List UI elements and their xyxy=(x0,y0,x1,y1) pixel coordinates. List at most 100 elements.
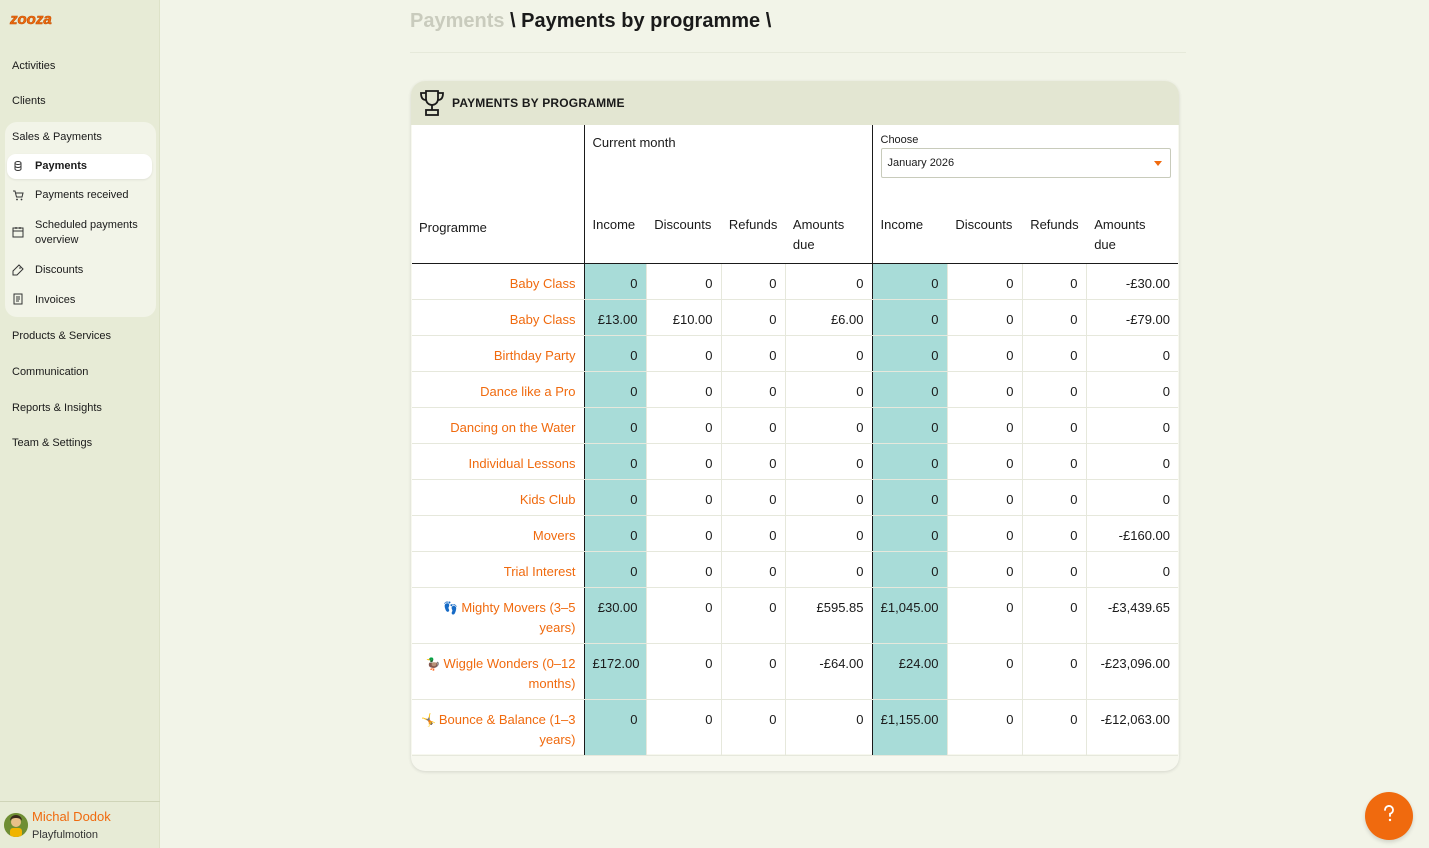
ch-refunds-cell: 0 xyxy=(1022,299,1087,336)
nav-payments-received-label: Payments received xyxy=(35,189,129,201)
cm-income-cell: 0 xyxy=(584,515,647,552)
ch-amounts-due-cell: 0 xyxy=(1086,551,1178,588)
cm-amounts-due-cell: 0 xyxy=(785,515,873,552)
programme-link[interactable]: 👣 Mighty Movers (3–5 years) xyxy=(412,587,585,644)
help-button[interactable] xyxy=(1365,792,1413,840)
col-cm-amounts-due: Amounts due xyxy=(792,217,845,252)
programme-name: Bounce & Balance (1–3 years) xyxy=(438,712,576,747)
ch-refunds-cell: 0 xyxy=(1022,643,1087,700)
nav-payments-label: Payments xyxy=(35,160,87,172)
ch-refunds-cell: 0 xyxy=(1022,335,1087,372)
cm-discounts-cell: 0 xyxy=(646,479,722,516)
table-row: Birthday Party 0 0 0 0 0 0 0 0 xyxy=(412,335,1178,372)
user-name: Michal Dodok xyxy=(32,809,111,824)
nav-activities[interactable]: Activities xyxy=(12,60,55,72)
help-icon xyxy=(1382,804,1396,828)
ch-discounts-cell: 0 xyxy=(947,479,1023,516)
programme-link[interactable]: Dance like a Pro xyxy=(412,371,585,408)
nav-invoices-label: Invoices xyxy=(35,294,76,306)
ch-discounts-cell: 0 xyxy=(947,263,1023,300)
col-ch-discounts: Discounts xyxy=(955,217,1013,232)
programme-name: Trial Interest xyxy=(503,564,576,579)
ch-refunds-cell: 0 xyxy=(1022,551,1087,588)
programme-link[interactable]: Movers xyxy=(412,515,585,552)
zooza-logo[interactable]: zooza xyxy=(9,8,57,30)
header-divider xyxy=(410,52,1186,53)
programme-link[interactable]: 🤸 Bounce & Balance (1–3 years) xyxy=(412,699,585,756)
table-row: Dancing on the Water 0 0 0 0 0 0 0 0 xyxy=(412,407,1178,444)
cm-amounts-due-cell: 0 xyxy=(785,479,873,516)
col-cm-income: Income xyxy=(592,217,636,232)
table-row: Kids Club 0 0 0 0 0 0 0 0 xyxy=(412,479,1178,516)
cm-discounts-cell: 0 xyxy=(646,643,722,700)
ch-income-cell: 0 xyxy=(872,515,948,552)
cm-income-cell: 0 xyxy=(584,263,647,300)
cm-discounts-cell: £10.00 xyxy=(646,299,722,336)
month-select[interactable]: January 2026 xyxy=(880,148,1171,178)
ch-refunds-cell: 0 xyxy=(1022,699,1087,756)
table-row: 👣 Mighty Movers (3–5 years) £30.00 0 0 £595.8… xyxy=(412,587,1178,644)
cm-amounts-due-cell: £595.85 xyxy=(785,587,873,644)
nav-scheduled-payments[interactable]: Scheduled payments overview xyxy=(7,218,152,250)
cm-income-cell: 0 xyxy=(584,479,647,516)
ch-income-cell: 0 xyxy=(872,371,948,408)
cm-refunds-cell: 0 xyxy=(721,587,786,644)
programme-link[interactable]: Birthday Party xyxy=(412,335,585,372)
month-select-value: January 2026 xyxy=(887,157,955,169)
coins-icon xyxy=(12,160,24,172)
table-row: Dance like a Pro 0 0 0 0 0 0 0 0 xyxy=(412,371,1178,408)
nav-communication[interactable]: Communication xyxy=(12,366,88,378)
payments-card: PAYMENTS BY PROGRAMME Programme Current … xyxy=(411,81,1179,771)
cm-refunds-cell: 0 xyxy=(721,371,786,408)
programme-link[interactable]: Baby Class xyxy=(412,299,585,336)
programme-link[interactable]: Baby Class xyxy=(412,263,585,300)
programme-header: Programme xyxy=(412,125,585,264)
chosen-month-header: Choose January 2026 Income Discounts Ref… xyxy=(872,125,1178,264)
user-profile[interactable]: Michal Dodok Playfulmotion xyxy=(0,801,160,848)
programme-link[interactable]: Dancing on the Water xyxy=(412,407,585,444)
cm-discounts-cell: 0 xyxy=(646,371,722,408)
breadcrumb-separator: \ xyxy=(504,10,522,32)
col-ch-refunds: Refunds xyxy=(1030,217,1079,232)
breadcrumb-root-link[interactable]: Payments xyxy=(410,10,505,32)
nav-team-settings[interactable]: Team & Settings xyxy=(12,437,92,449)
table-row: Trial Interest 0 0 0 0 0 0 0 0 xyxy=(412,551,1178,588)
ch-income-cell: 0 xyxy=(872,407,948,444)
programme-link[interactable]: Kids Club xyxy=(412,479,585,516)
programme-emoji-icon: 🤸 xyxy=(420,713,436,727)
nav-products-services[interactable]: Products & Services xyxy=(12,330,111,342)
ch-income-cell: 0 xyxy=(872,443,948,480)
svg-text:zooza: zooza xyxy=(9,11,52,28)
col-ch-amounts-due: Amounts due xyxy=(1094,217,1146,252)
cm-discounts-cell: 0 xyxy=(646,515,722,552)
programme-link[interactable]: 🦆 Wiggle Wonders (0–12 months) xyxy=(412,643,585,700)
nav-payments[interactable]: Payments xyxy=(7,154,152,179)
programme-link[interactable]: Individual Lessons xyxy=(412,443,585,480)
cm-amounts-due-cell: 0 xyxy=(785,263,873,300)
nav-sales-payments[interactable]: Sales & Payments xyxy=(12,131,102,143)
ch-income-cell: 0 xyxy=(872,263,948,300)
cm-refunds-cell: 0 xyxy=(721,515,786,552)
nav-discounts-label: Discounts xyxy=(35,264,84,276)
cm-refunds-cell: 0 xyxy=(721,299,786,336)
programme-name: Individual Lessons xyxy=(468,456,576,471)
nav-reports-insights[interactable]: Reports & Insights xyxy=(12,402,102,414)
programme-name: Dancing on the Water xyxy=(450,420,576,435)
cm-refunds-cell: 0 xyxy=(721,551,786,588)
cm-refunds-cell: 0 xyxy=(721,479,786,516)
cm-amounts-due-cell: 0 xyxy=(785,551,873,588)
cm-income-cell: £13.00 xyxy=(584,299,647,336)
col-cm-discounts: Discounts xyxy=(654,217,712,232)
table-row: 🤸 Bounce & Balance (1–3 years) 0 0 0 0 £1,155.… xyxy=(412,699,1178,756)
ch-amounts-due-cell: 0 xyxy=(1086,371,1178,408)
programme-name: Baby Class xyxy=(509,276,576,291)
cm-amounts-due-cell: 0 xyxy=(785,699,873,756)
programme-link[interactable]: Trial Interest xyxy=(412,551,585,588)
cm-amounts-due-cell: 0 xyxy=(785,335,873,372)
cm-income-cell: £30.00 xyxy=(584,587,647,644)
nav-clients[interactable]: Clients xyxy=(12,95,46,107)
table-row: Movers 0 0 0 0 0 0 0 -£160.00 xyxy=(412,515,1178,552)
tag-icon xyxy=(12,264,24,276)
programme-name: Movers xyxy=(532,528,576,543)
ch-income-cell: £1,045.00 xyxy=(872,587,948,644)
